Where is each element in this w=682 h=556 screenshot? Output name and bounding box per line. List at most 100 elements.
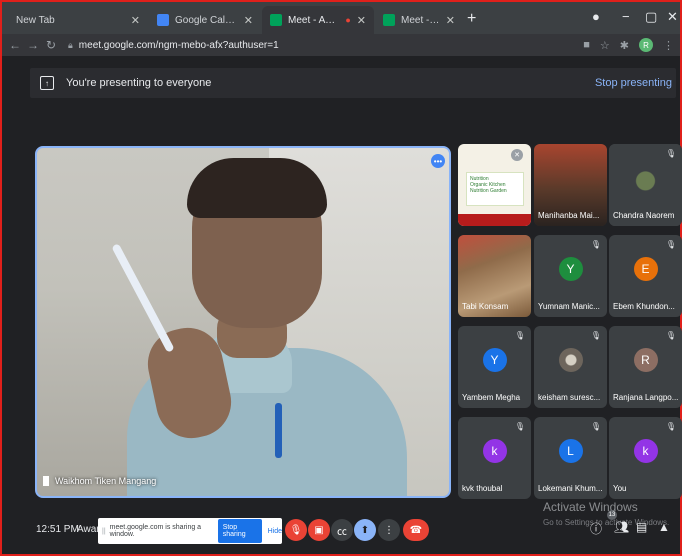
avatar: Y <box>482 348 507 372</box>
tab-new-tab[interactable]: New Tab ✕ <box>8 6 148 34</box>
participant-name: Chandra Naorem <box>613 211 675 220</box>
avatar: Y <box>558 257 583 281</box>
tile-participant[interactable]: Tabi Konsam <box>458 235 531 317</box>
mic-off-icon: 🎙︎ <box>514 331 525 340</box>
participant-name: keisham suresc... <box>538 393 601 402</box>
tile-participant[interactable]: 🎙︎ E Ebem Khundon... <box>609 235 682 317</box>
avatar: L <box>558 439 583 463</box>
mic-off-icon[interactable]: 🎙︎ <box>285 519 307 541</box>
presentation-slide: Nutrition Organic Kitchen Nutrition Gard… <box>466 172 524 206</box>
tile-presentation[interactable]: Nutrition Organic Kitchen Nutrition Gard… <box>458 144 531 226</box>
info-icon[interactable]: ⓘ <box>590 520 602 537</box>
tab-title: Google Calendar - July 2021 <box>175 14 238 26</box>
avatar: R <box>633 348 658 372</box>
slide-footer-bar <box>458 214 531 226</box>
captions-icon[interactable]: ㏄ <box>331 519 353 541</box>
mic-off-icon: 🎙︎ <box>665 240 676 249</box>
tile-participant[interactable]: 🎙︎ Y Yumnam Manic... <box>534 235 607 317</box>
tile-participant[interactable]: 🎙︎ Chandra Naorem <box>609 144 682 226</box>
mic-off-icon: 🎙︎ <box>590 240 601 249</box>
hide-button[interactable]: Hide <box>268 528 282 535</box>
reload-icon[interactable]: ↻ <box>42 38 60 52</box>
participant-name: Lokemani Khum... <box>538 484 603 493</box>
drag-handle-icon[interactable]: || <box>102 528 106 535</box>
stop-presenting-button[interactable]: Stop presenting <box>595 77 672 89</box>
url-text: meet.google.com/ngm-mebo-afx?authuser=1 <box>78 39 279 51</box>
participant-name: kvk thoubal <box>462 484 503 493</box>
avatar <box>558 348 583 372</box>
close-icon[interactable]: ✕ <box>357 14 366 27</box>
tab-title: Meet - Awareness program : <box>288 14 340 26</box>
meet-control-bar: 12:51 PM Awar || meet.google.com is shar… <box>2 500 680 554</box>
tile-participant[interactable]: Manihanba Mai... <box>534 144 607 226</box>
minimize-icon[interactable]: − <box>622 9 630 24</box>
mic-off-icon: 🎙︎ <box>665 422 676 431</box>
camera-icon[interactable]: ■ <box>583 39 590 51</box>
mic-off-icon: 🎙︎ <box>590 331 601 340</box>
close-icon[interactable]: ✕ <box>446 14 455 27</box>
main-speaker-video[interactable]: ••• Waikhom Tiken Mangang <box>35 146 451 498</box>
pen-shape <box>111 243 175 353</box>
people-icon[interactable]: 👥︎ <box>614 520 629 534</box>
present-screen-icon[interactable]: ⬆ <box>354 519 376 541</box>
slide-line: Nutrition Garden <box>470 188 507 194</box>
menu-icon[interactable]: ⋮ <box>663 39 674 52</box>
tile-self[interactable]: 🎙︎ k You <box>609 417 682 499</box>
chat-icon[interactable]: ▤ <box>636 520 647 534</box>
restore-icon[interactable]: ▢ <box>645 9 657 25</box>
recording-dot-icon: ● <box>345 15 351 25</box>
tile-participant[interactable]: 🎙︎ L Lokemani Khum... <box>534 417 607 499</box>
new-tab-button[interactable]: + <box>467 10 476 28</box>
tab-meet-active[interactable]: Meet - Awareness program : ● ✕ <box>262 6 374 34</box>
tile-participant[interactable]: 🎙︎ R Ranjana Langpo... <box>609 326 682 408</box>
mic-off-icon: 🎙︎ <box>665 149 676 158</box>
tile-participant[interactable]: 🎙︎ keisham suresc... <box>534 326 607 408</box>
media-icon[interactable]: ● <box>592 9 600 24</box>
stop-sharing-button[interactable]: Stop sharing <box>217 519 262 543</box>
meet-icon <box>383 14 395 26</box>
end-call-button[interactable]: ☎ <box>403 519 429 541</box>
tab-meet[interactable]: Meet - Awareness program on C ✕ <box>375 6 463 34</box>
back-icon[interactable]: ← <box>6 38 24 52</box>
activities-icon[interactable]: ▲ <box>658 520 670 534</box>
tab-title: New Tab <box>16 14 55 26</box>
mic-off-icon: 🎙︎ <box>590 422 601 431</box>
close-icon[interactable]: ✕ <box>244 14 253 27</box>
tile-participant[interactable]: 🎙︎ Y Yambem Megha <box>458 326 531 408</box>
close-icon[interactable]: ✕ <box>511 149 523 161</box>
star-icon[interactable]: ☆ <box>600 39 610 52</box>
url-field[interactable]: 🔒︎ meet.google.com/ngm-mebo-afx?authuser… <box>68 40 279 51</box>
meeting-title: Awar <box>77 524 100 535</box>
tab-title: Meet - Awareness program on C <box>401 14 440 26</box>
participant-name: Yambem Megha <box>462 393 521 402</box>
forward-icon[interactable]: → <box>24 38 42 52</box>
browser-tab-bar: New Tab ✕ Google Calendar - July 2021 ✕ … <box>2 2 680 34</box>
lock-icon: 🔒︎ <box>68 39 73 50</box>
close-icon[interactable]: ✕ <box>131 14 140 27</box>
more-options-icon[interactable]: ⋮ <box>378 519 400 541</box>
avatar: k <box>633 439 658 463</box>
extensions-icon[interactable]: ✱ <box>620 39 629 52</box>
speaker-hair <box>187 158 327 218</box>
activate-windows-subtext: Go to Settings to activate Windows. <box>543 518 670 527</box>
share-message: meet.google.com is sharing a window. <box>109 524 202 538</box>
participant-name: Tabi Konsam <box>462 302 509 311</box>
banner-text: You're presenting to everyone <box>66 77 212 89</box>
tile-participant[interactable]: 🎙︎ k kvk thoubal <box>458 417 531 499</box>
pocket-pen-shape <box>275 403 282 458</box>
speaker-name-label: Waikhom Tiken Mangang <box>43 476 156 486</box>
calendar-icon <box>157 14 169 26</box>
more-options-icon[interactable]: ••• <box>431 154 445 168</box>
present-screen-icon: ↑ <box>40 76 54 90</box>
avatar[interactable]: R <box>639 38 653 52</box>
mic-off-icon: 🎙︎ <box>665 331 676 340</box>
participant-name: You <box>613 484 627 493</box>
close-window-icon[interactable]: ✕ <box>667 9 678 25</box>
camera-off-icon[interactable]: ▣ <box>308 519 330 541</box>
meet-icon <box>270 14 282 26</box>
speaker-name: Waikhom Tiken Mangang <box>55 476 157 486</box>
presenting-banner: ↑ You're presenting to everyone Stop pre… <box>30 68 676 98</box>
participant-name: Ebem Khundon... <box>613 302 675 311</box>
avatar: k <box>482 439 507 463</box>
tab-google-calendar[interactable]: Google Calendar - July 2021 ✕ <box>149 6 261 34</box>
